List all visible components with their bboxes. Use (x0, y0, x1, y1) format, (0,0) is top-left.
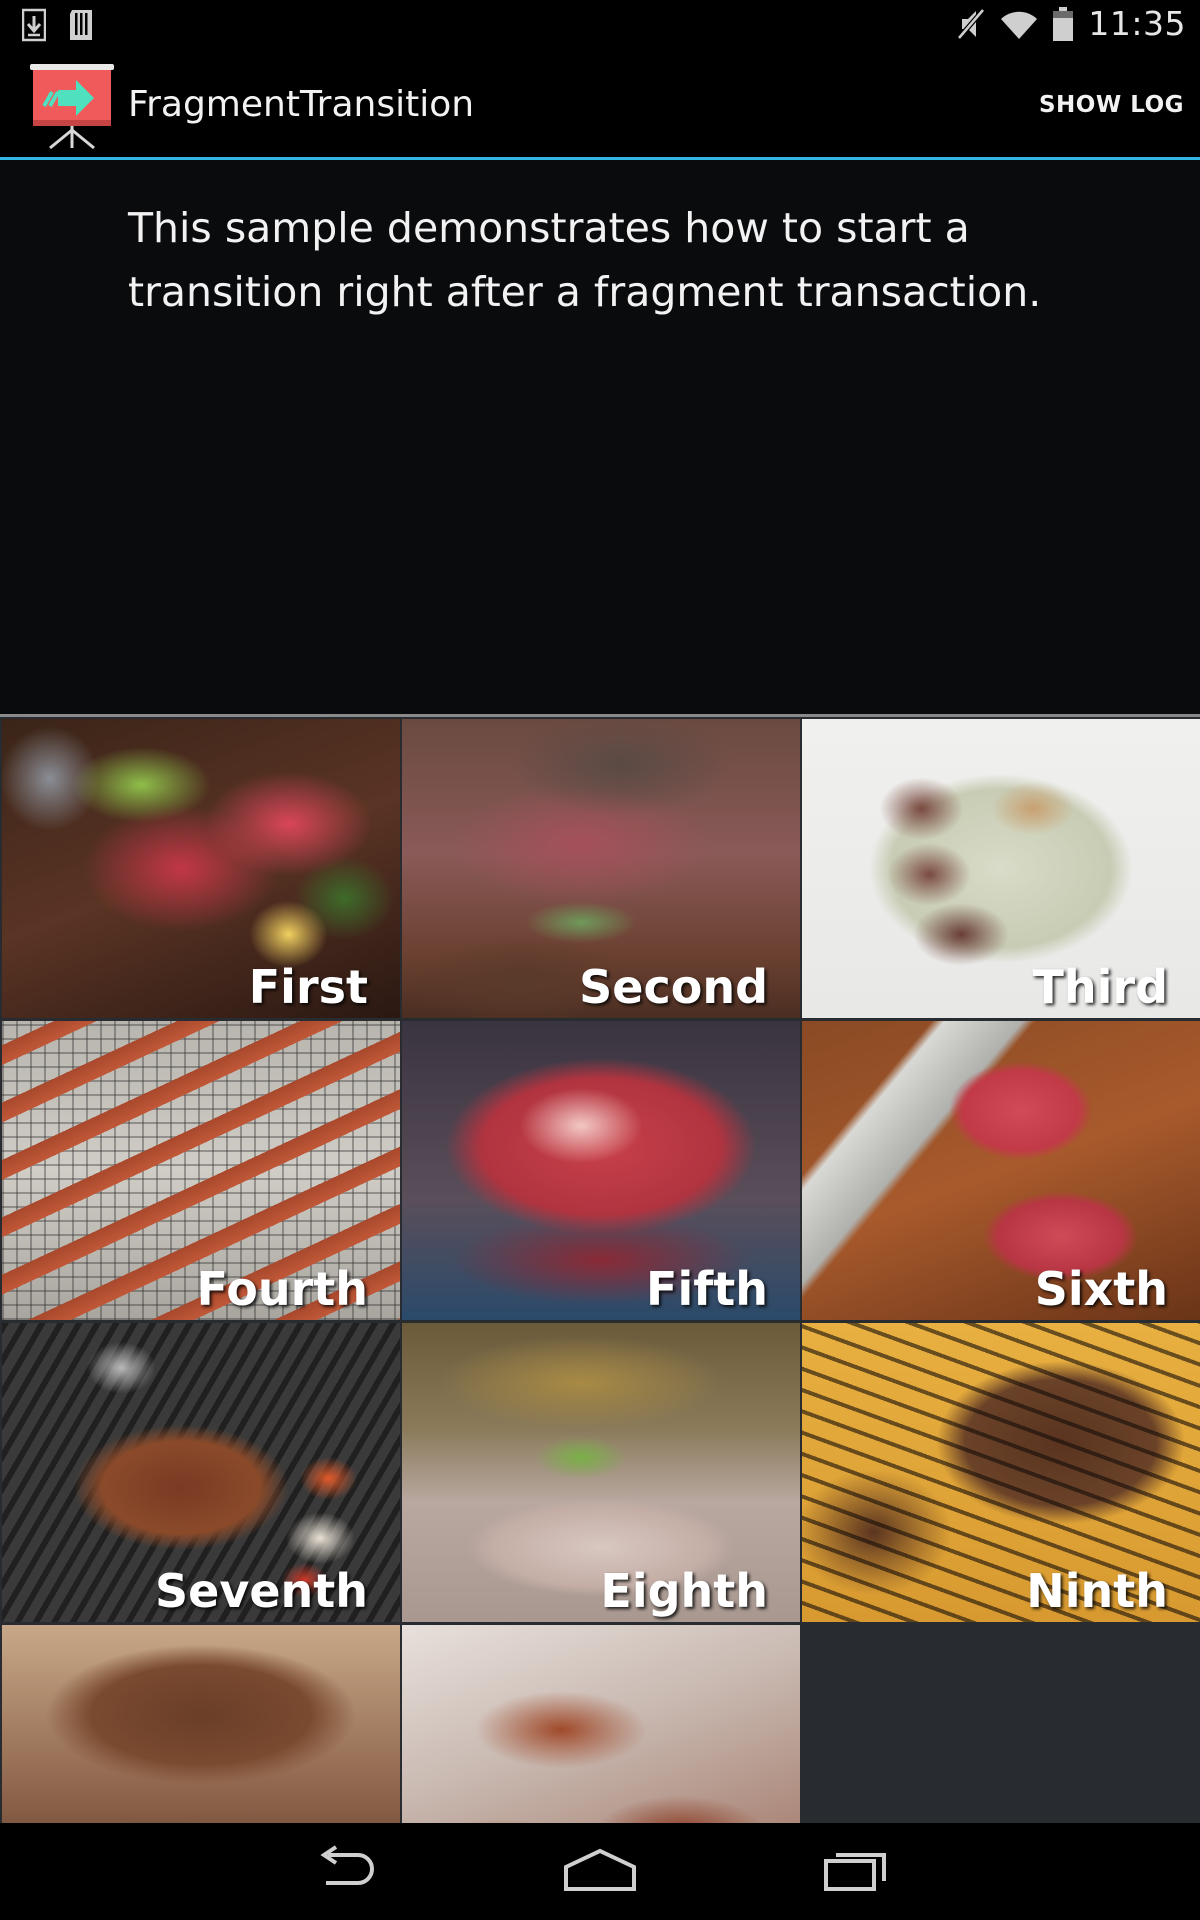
grid-item-label: Fifth (646, 1262, 768, 1316)
grid-item-label: Second (579, 960, 768, 1014)
grid-item-fourth[interactable]: Fourth (2, 1021, 400, 1320)
grid-item-first[interactable]: First (2, 719, 400, 1018)
grid-item-second[interactable]: Second (402, 719, 800, 1018)
status-clock: 11:35 (1088, 4, 1186, 43)
status-left-icons (22, 8, 96, 42)
grid-item-label: Third (1032, 960, 1168, 1014)
grid-item-seventh[interactable]: Seventh (2, 1323, 400, 1622)
mute-icon (956, 7, 986, 41)
grid-item-label: Eighth (600, 1564, 768, 1618)
status-bar: 11:35 (0, 0, 1200, 50)
image-grid[interactable]: First Second Third Fourth Fifth Sixth Se… (0, 717, 1200, 1823)
grid-item-third[interactable]: Third (802, 719, 1200, 1018)
back-icon[interactable] (308, 1845, 378, 1900)
grid-item-image (2, 1625, 400, 1823)
status-right-icons: 11:35 (956, 4, 1186, 43)
action-bar: FragmentTransition SHOW LOG (0, 50, 1200, 160)
sample-description: This sample demonstrates how to start a … (128, 204, 1042, 316)
grid-item-image (402, 1625, 800, 1823)
grid-item-label: Sixth (1034, 1262, 1168, 1316)
navigation-bar (0, 1823, 1200, 1920)
grid-item-label: First (248, 960, 368, 1014)
grid-item-sixth[interactable]: Sixth (802, 1021, 1200, 1320)
app-title: FragmentTransition (128, 84, 475, 125)
action-bar-divider (0, 157, 1200, 160)
grid-item-label: Seventh (155, 1564, 368, 1618)
grid-item-fifth[interactable]: Fifth (402, 1021, 800, 1320)
app-icon (28, 62, 116, 150)
grid-item-eleventh[interactable] (402, 1625, 800, 1823)
download-icon (22, 8, 46, 42)
battery-icon (1052, 6, 1074, 42)
show-log-button[interactable]: SHOW LOG (1039, 92, 1184, 118)
home-icon[interactable] (562, 1845, 638, 1900)
grid-item-ninth[interactable]: Ninth (802, 1323, 1200, 1622)
grid-item-label: Fourth (196, 1262, 368, 1316)
recents-icon[interactable] (822, 1845, 892, 1900)
grid-item-eighth[interactable]: Eighth (402, 1323, 800, 1622)
wifi-icon (1000, 7, 1038, 41)
grid-item-label: Ninth (1026, 1564, 1168, 1618)
sd-card-icon (68, 8, 96, 42)
grid-item-tenth[interactable] (2, 1625, 400, 1823)
